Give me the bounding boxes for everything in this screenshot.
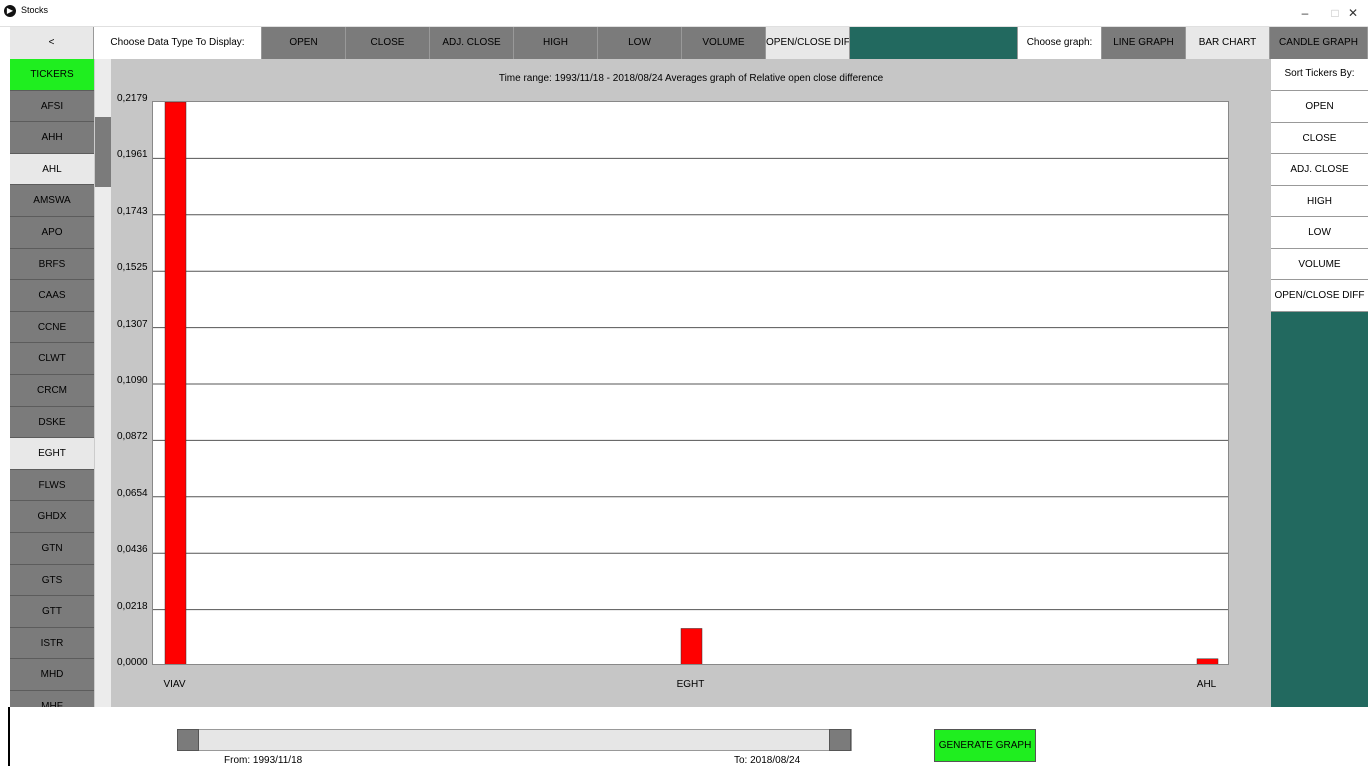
bar-eght [680,628,703,664]
data-type-volume-button[interactable]: VOLUME [682,27,766,59]
tickers-header[interactable]: TICKERS [10,59,94,91]
ticker-item-istr[interactable]: ISTR [10,627,94,660]
ticker-item-clwt[interactable]: CLWT [10,343,94,375]
ticker-scrollbar-thumb[interactable] [95,117,112,187]
y-tick-label: 0,0218 [117,600,148,612]
ticker-item-gtt[interactable]: GTT [10,596,94,628]
ticker-item-amswa[interactable]: AMSWA [10,185,94,217]
stocks-window: ▶ Stocks – □ ✕ < Choose Data Type To Dis… [0,0,1368,766]
ticker-list: TICKERS AFSI AHH AHL AMSWA APO BRFS CAAS… [10,59,94,707]
data-type-close-button[interactable]: CLOSE [346,27,430,59]
range-to-label: To: 2018/08/24 [734,755,801,766]
sort-open-close-diff-button[interactable]: OPEN/CLOSE DIFF [1271,280,1368,312]
y-tick-label: 0,1090 [117,375,148,386]
ticker-item-ahh[interactable]: AHH [10,122,94,154]
ticker-item-ccne[interactable]: CCNE [10,311,94,344]
line-graph-button[interactable]: LINE GRAPH [1102,27,1186,59]
x-tick-label-viav: VIAV [163,679,186,690]
ticker-item-afsi[interactable]: AFSI [10,90,94,123]
generate-graph-button[interactable]: GENERATE GRAPH [934,729,1036,762]
y-tick-label: 0,1961 [117,149,148,161]
ticker-item-flws[interactable]: FLWS [10,469,94,502]
range-start-handle[interactable] [177,729,199,751]
range-from-label: From: 1993/11/18 [224,755,303,766]
y-tick-label: 0,0436 [117,544,148,556]
data-type-low-button[interactable]: LOW [598,27,682,59]
data-type-open-close-diff-button[interactable]: OPEN/CLOSE DIFF [766,27,850,59]
y-tick-label: 0,2179 [117,93,148,104]
x-tick-label-ahl: AHL [1196,679,1217,690]
date-range-slider[interactable] [177,729,852,751]
ticker-item-mhf[interactable]: MHF [10,690,94,707]
range-end-handle[interactable] [829,729,851,751]
sort-open-button[interactable]: OPEN [1271,91,1368,123]
graph-type-label: Choose graph: [1018,27,1102,59]
app-play-icon: ▶ [4,5,16,17]
sort-panel: Sort Tickers By: OPEN CLOSE ADJ. CLOSE H… [1271,59,1368,707]
chart-title: Time range: 1993/11/18 - 2018/08/24 Aver… [498,73,884,84]
ticker-item-eght[interactable]: EGHT [10,438,94,470]
ticker-item-crcm[interactable]: CRCM [10,374,94,407]
ticker-item-dske[interactable]: DSKE [10,406,94,439]
ticker-item-mhd[interactable]: MHD [10,659,94,691]
ticker-item-ghdx[interactable]: GHDX [10,501,94,533]
graph-panel: Time range: 1993/11/18 - 2018/08/24 Aver… [111,59,1271,707]
ticker-item-gtn[interactable]: GTN [10,532,94,565]
sort-high-button[interactable]: HIGH [1271,185,1368,217]
y-tick-label: 0,1307 [117,318,148,330]
data-type-open-button[interactable]: OPEN [262,27,346,59]
window-title: Stocks [21,5,49,15]
ticker-item-gts[interactable]: GTS [10,564,94,597]
y-tick-label: 0,1743 [117,205,148,217]
ticker-item-caas[interactable]: CAAS [10,280,94,312]
ticker-item-brfs[interactable]: BRFS [10,248,94,281]
sort-adj-close-button[interactable]: ADJ. CLOSE [1271,154,1368,186]
y-tick-label: 0,0872 [117,431,148,443]
window-edge [8,707,10,766]
minimize-icon[interactable]: – [1290,4,1320,22]
y-tick-label: 0,0654 [117,487,148,499]
top-toolbar: < Choose Data Type To Display: OPEN CLOS… [10,27,1368,59]
ticker-item-ahl[interactable]: AHL [10,153,94,186]
bar-viav [164,102,187,664]
bar-chart-button[interactable]: BAR CHART [1186,27,1270,59]
toolbar-spacer [850,27,1018,59]
sort-volume-button[interactable]: VOLUME [1271,248,1368,280]
candle-graph-button[interactable]: CANDLE GRAPH [1270,27,1368,59]
close-icon[interactable]: ✕ [1338,4,1368,22]
y-tick-label: 0,1525 [117,262,148,274]
title-bar: ▶ Stocks – □ ✕ [0,0,1368,27]
sort-title: Sort Tickers By: [1271,59,1368,91]
y-tick-label: 0,0000 [117,657,148,668]
bar-ahl [1196,658,1219,664]
ticker-scrollbar[interactable] [94,59,112,707]
data-type-adj-close-button[interactable]: ADJ. CLOSE [430,27,514,59]
back-button[interactable]: < [10,27,94,59]
sort-low-button[interactable]: LOW [1271,217,1368,249]
data-type-high-button[interactable]: HIGH [514,27,598,59]
ticker-item-apo[interactable]: APO [10,216,94,249]
x-tick-label-eght: EGHT [676,679,705,690]
data-type-label: Choose Data Type To Display: [94,27,262,59]
sort-close-button[interactable]: CLOSE [1271,122,1368,154]
bar-chart-plot [152,101,1229,665]
